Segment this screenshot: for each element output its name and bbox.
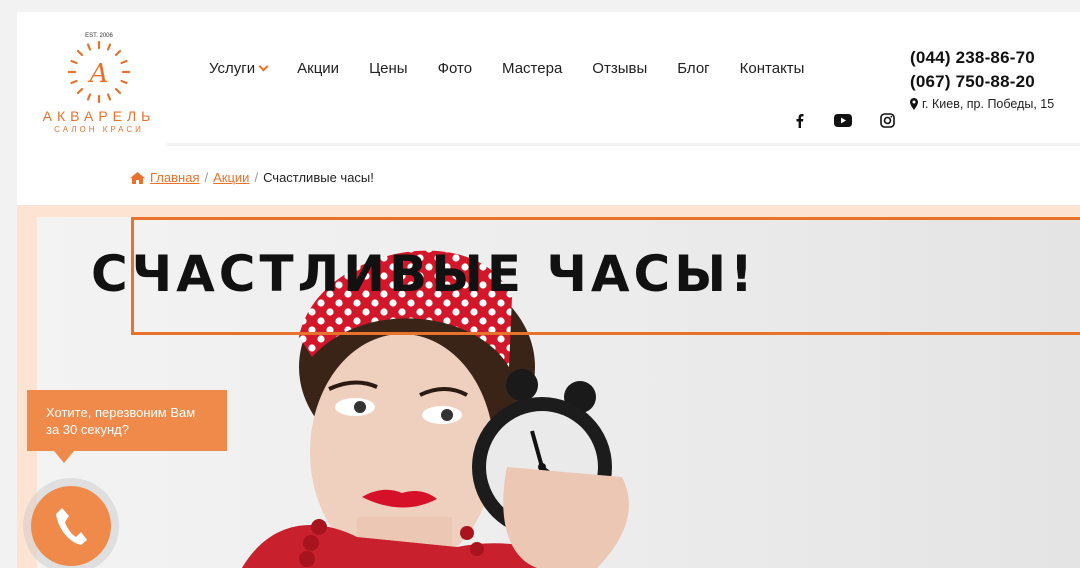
logo-tagline: САЛОН КРАСИ	[54, 125, 144, 134]
breadcrumb-separator: /	[254, 170, 259, 185]
instagram-icon[interactable]	[865, 110, 909, 130]
nav-item-kontakty[interactable]: Контакты	[740, 60, 805, 77]
nav-item-label: Блог	[677, 60, 710, 77]
nav-item-label: Услуги	[209, 60, 256, 77]
nav-item-mastera[interactable]: Мастера	[502, 60, 562, 77]
hero-title: СЧАСТЛИВЫЕ ЧАСЫ!	[91, 245, 757, 303]
logo[interactable]: EST. 2006 A АКВАРЕЛЬ САЛОН КРАСИ	[34, 30, 164, 145]
nav-item-tseny[interactable]: Цены	[369, 60, 408, 77]
phone-1[interactable]: (044) 238-86-70	[910, 46, 1054, 70]
phone-2[interactable]: (067) 750-88-20	[910, 70, 1054, 94]
nav-item-aktsii[interactable]: Акции	[297, 60, 339, 77]
logo-name: АКВАРЕЛЬ	[42, 108, 156, 124]
logo-sun-icon: EST. 2006 A	[67, 33, 131, 104]
facebook-icon[interactable]	[777, 110, 821, 130]
callback-prompt-tail	[54, 451, 74, 463]
nav-item-label: Цены	[369, 60, 408, 77]
nav-item-otzyvy[interactable]: Отзывы	[592, 60, 647, 77]
nav-item-label: Отзывы	[592, 60, 648, 77]
nav-item-foto[interactable]: Фото	[438, 60, 472, 77]
breadcrumb-current: Счастливые часы!	[263, 170, 374, 185]
call-button[interactable]	[31, 486, 111, 566]
breadcrumb-section[interactable]: Акции	[213, 170, 249, 185]
breadcrumb-separator: /	[204, 170, 209, 185]
nav-item-label: Контакты	[739, 60, 805, 77]
address: г. Киев, пр. Победы, 15	[910, 97, 1054, 111]
nav-item-label: Фото	[437, 60, 473, 77]
svg-text:A: A	[88, 59, 109, 89]
page: EST. 2006 A АКВАРЕЛЬ САЛОН КРАСИ Услуги …	[17, 12, 1080, 568]
nav-item-label: Мастера	[502, 60, 563, 77]
youtube-icon[interactable]	[821, 110, 865, 130]
breadcrumb: Главная / Акции / Счастливые часы!	[130, 170, 374, 185]
nav-item-uslugi[interactable]: Услуги	[209, 60, 269, 77]
home-icon[interactable]	[130, 171, 145, 184]
map-pin-icon	[910, 98, 918, 110]
logo-est: EST. 2006	[85, 33, 113, 39]
nav-item-blog[interactable]: Блог	[677, 60, 709, 77]
main-nav: Услуги Акции Цены Фото Мастера Отзывы Бл…	[209, 60, 834, 77]
callback-prompt[interactable]: Хотите, перезвоним Вам за 30 секунд?	[27, 390, 227, 451]
contacts: (044) 238-86-70 (067) 750-88-20 г. Киев,…	[910, 46, 1054, 111]
phone-icon	[56, 508, 87, 545]
breadcrumb-home[interactable]: Главная	[150, 170, 199, 185]
nav-item-label: Акции	[297, 60, 340, 77]
header-divider	[167, 143, 1080, 146]
address-text: г. Киев, пр. Победы, 15	[922, 97, 1055, 111]
social-links	[777, 110, 909, 130]
chevron-down-icon	[258, 61, 269, 72]
